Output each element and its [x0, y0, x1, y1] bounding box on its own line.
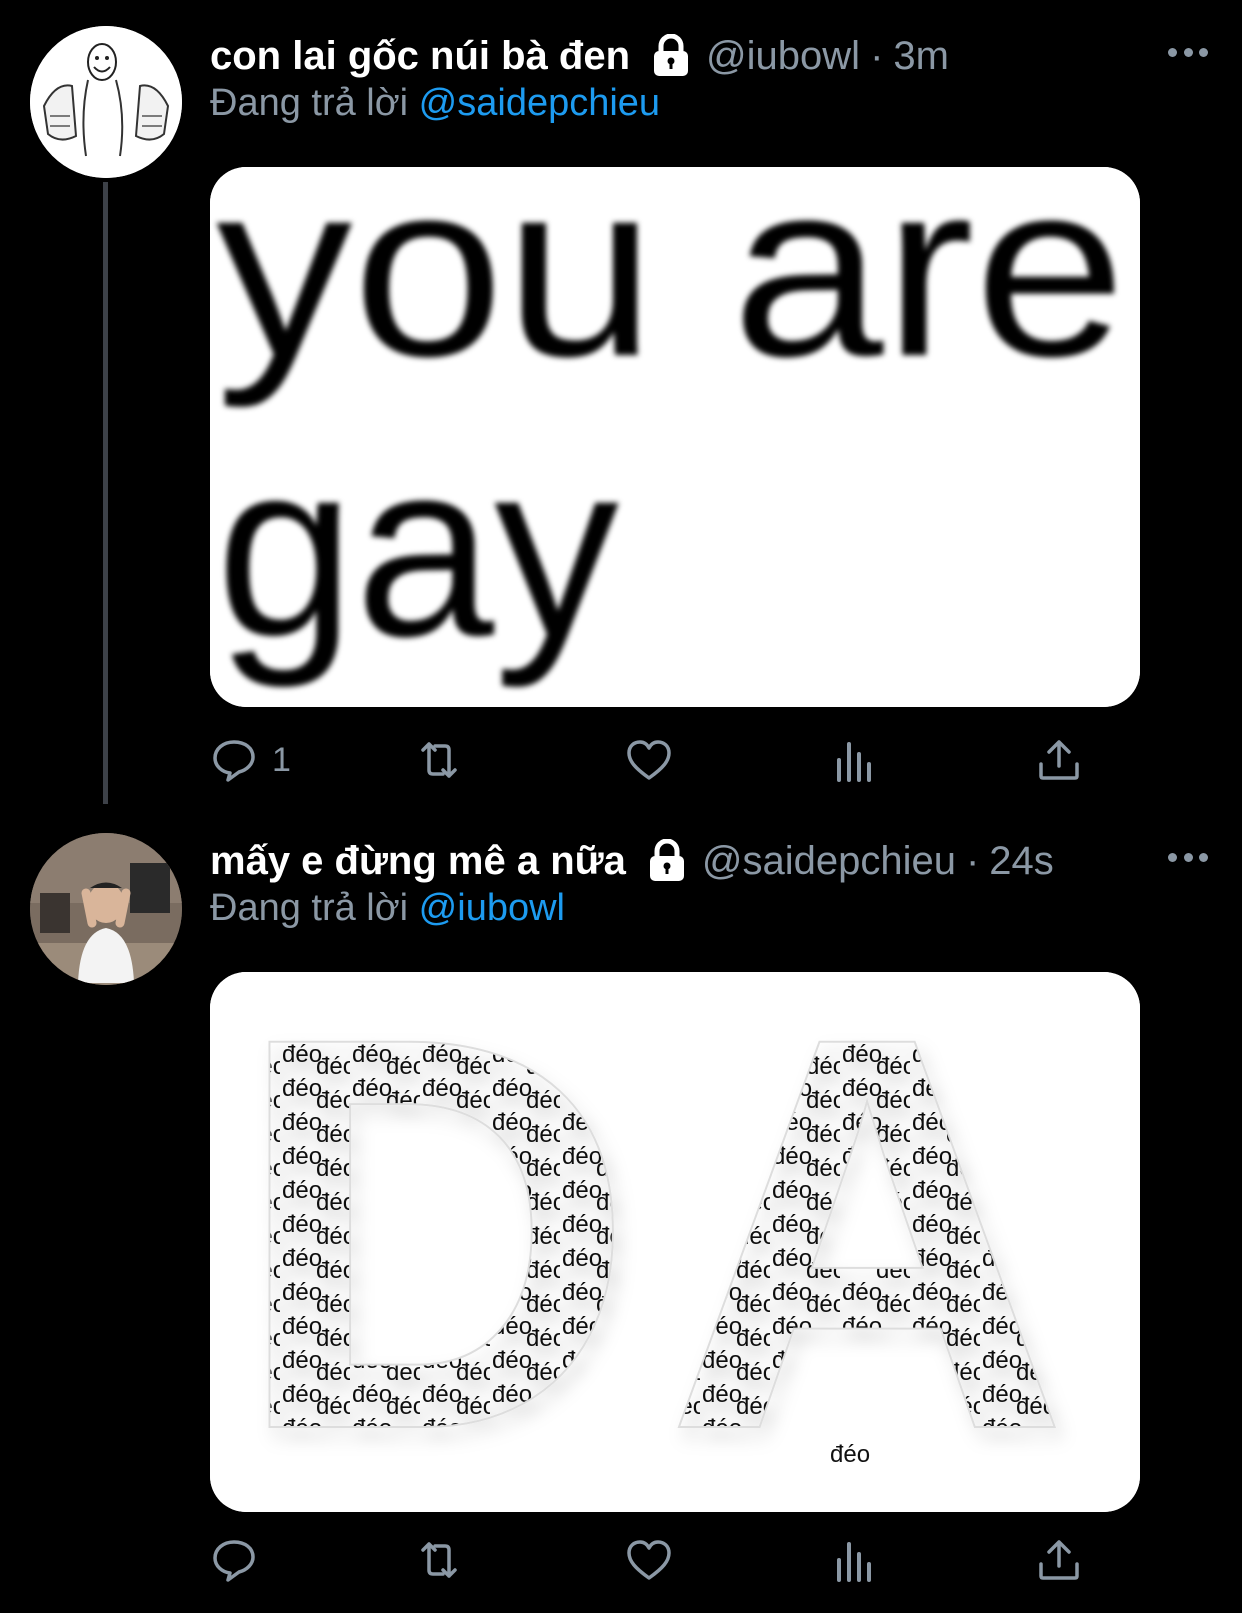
thread-connector-line: [103, 182, 108, 804]
avatar[interactable]: [30, 26, 182, 178]
retweet-button[interactable]: [415, 732, 463, 788]
replying-to: Đang trả lời @iubowl: [210, 887, 565, 930]
reply-icon: [213, 740, 255, 782]
reply-count: 1: [272, 740, 291, 779]
letters-image: đéo đéo D A đéo: [210, 972, 1140, 1512]
stats-icon: [837, 742, 871, 782]
like-button[interactable]: [625, 1532, 673, 1588]
separator-dot: ·: [870, 33, 884, 78]
action-bar: 1: [210, 732, 1090, 788]
share-button[interactable]: [1035, 732, 1083, 788]
reply-button[interactable]: [210, 1532, 272, 1588]
meme-text-line1: you are: [216, 167, 1126, 408]
reply-button[interactable]: 1: [210, 732, 291, 788]
share-icon: [1039, 1540, 1079, 1580]
stats-icon: [837, 1542, 871, 1582]
tweet[interactable]: mấy e đừng mê a nữa @saidepchieu · 24s Đ…: [0, 805, 1242, 1613]
share-button[interactable]: [1035, 1532, 1083, 1588]
letter-a: A: [665, 972, 1069, 1512]
mention-link[interactable]: @iubowl: [419, 887, 565, 929]
timestamp[interactable]: 3m: [893, 34, 949, 79]
tweet-header: mấy e đừng mê a nữa @saidepchieu · 24s: [210, 837, 1054, 885]
tweet[interactable]: con lai gốc núi bà đen @iubowl · 3m Đang…: [0, 0, 1242, 805]
stats-button[interactable]: [830, 732, 878, 788]
share-icon: [1039, 740, 1079, 780]
retweet-icon: [421, 1542, 457, 1578]
display-name[interactable]: con lai gốc núi bà đen: [210, 34, 630, 79]
letter-d: D: [232, 972, 636, 1512]
meme-image: you are gay: [210, 167, 1140, 707]
stats-button[interactable]: [830, 1532, 878, 1588]
retweet-icon: [421, 742, 457, 778]
separator-dot: ·: [965, 838, 980, 883]
retweet-button[interactable]: [415, 1532, 463, 1588]
more-icon[interactable]: [1168, 42, 1208, 62]
avatar-image: [30, 26, 182, 178]
like-icon: [627, 740, 671, 780]
mention-link[interactable]: @saidepchieu: [419, 82, 660, 124]
lock-icon: [654, 34, 689, 76]
action-bar: [210, 1532, 1090, 1588]
tweet-header: con lai gốc núi bà đen @iubowl · 3m: [210, 32, 949, 80]
replying-prefix: Đang trả lời: [210, 82, 409, 124]
avatar[interactable]: [30, 833, 182, 985]
like-icon: [627, 1540, 671, 1580]
avatar-image: [30, 833, 182, 985]
meme-text-line2: gay: [216, 409, 619, 688]
replying-to: Đang trả lời @saidepchieu: [210, 82, 660, 125]
reply-icon: [213, 1540, 255, 1582]
like-button[interactable]: [625, 732, 673, 788]
more-icon[interactable]: [1168, 847, 1208, 867]
tweet-image[interactable]: you are gay: [210, 167, 1140, 707]
tweet-image[interactable]: đéo đéo D A đéo: [210, 972, 1140, 1512]
user-handle[interactable]: @iubowl: [706, 34, 860, 79]
timestamp[interactable]: 24s: [989, 839, 1054, 884]
replying-prefix: Đang trả lời: [210, 887, 409, 929]
display-name[interactable]: mấy e đừng mê a nữa: [210, 839, 626, 884]
user-handle[interactable]: @saidepchieu: [702, 839, 956, 884]
fill-word: đéo: [830, 1441, 870, 1468]
lock-icon: [649, 839, 684, 881]
